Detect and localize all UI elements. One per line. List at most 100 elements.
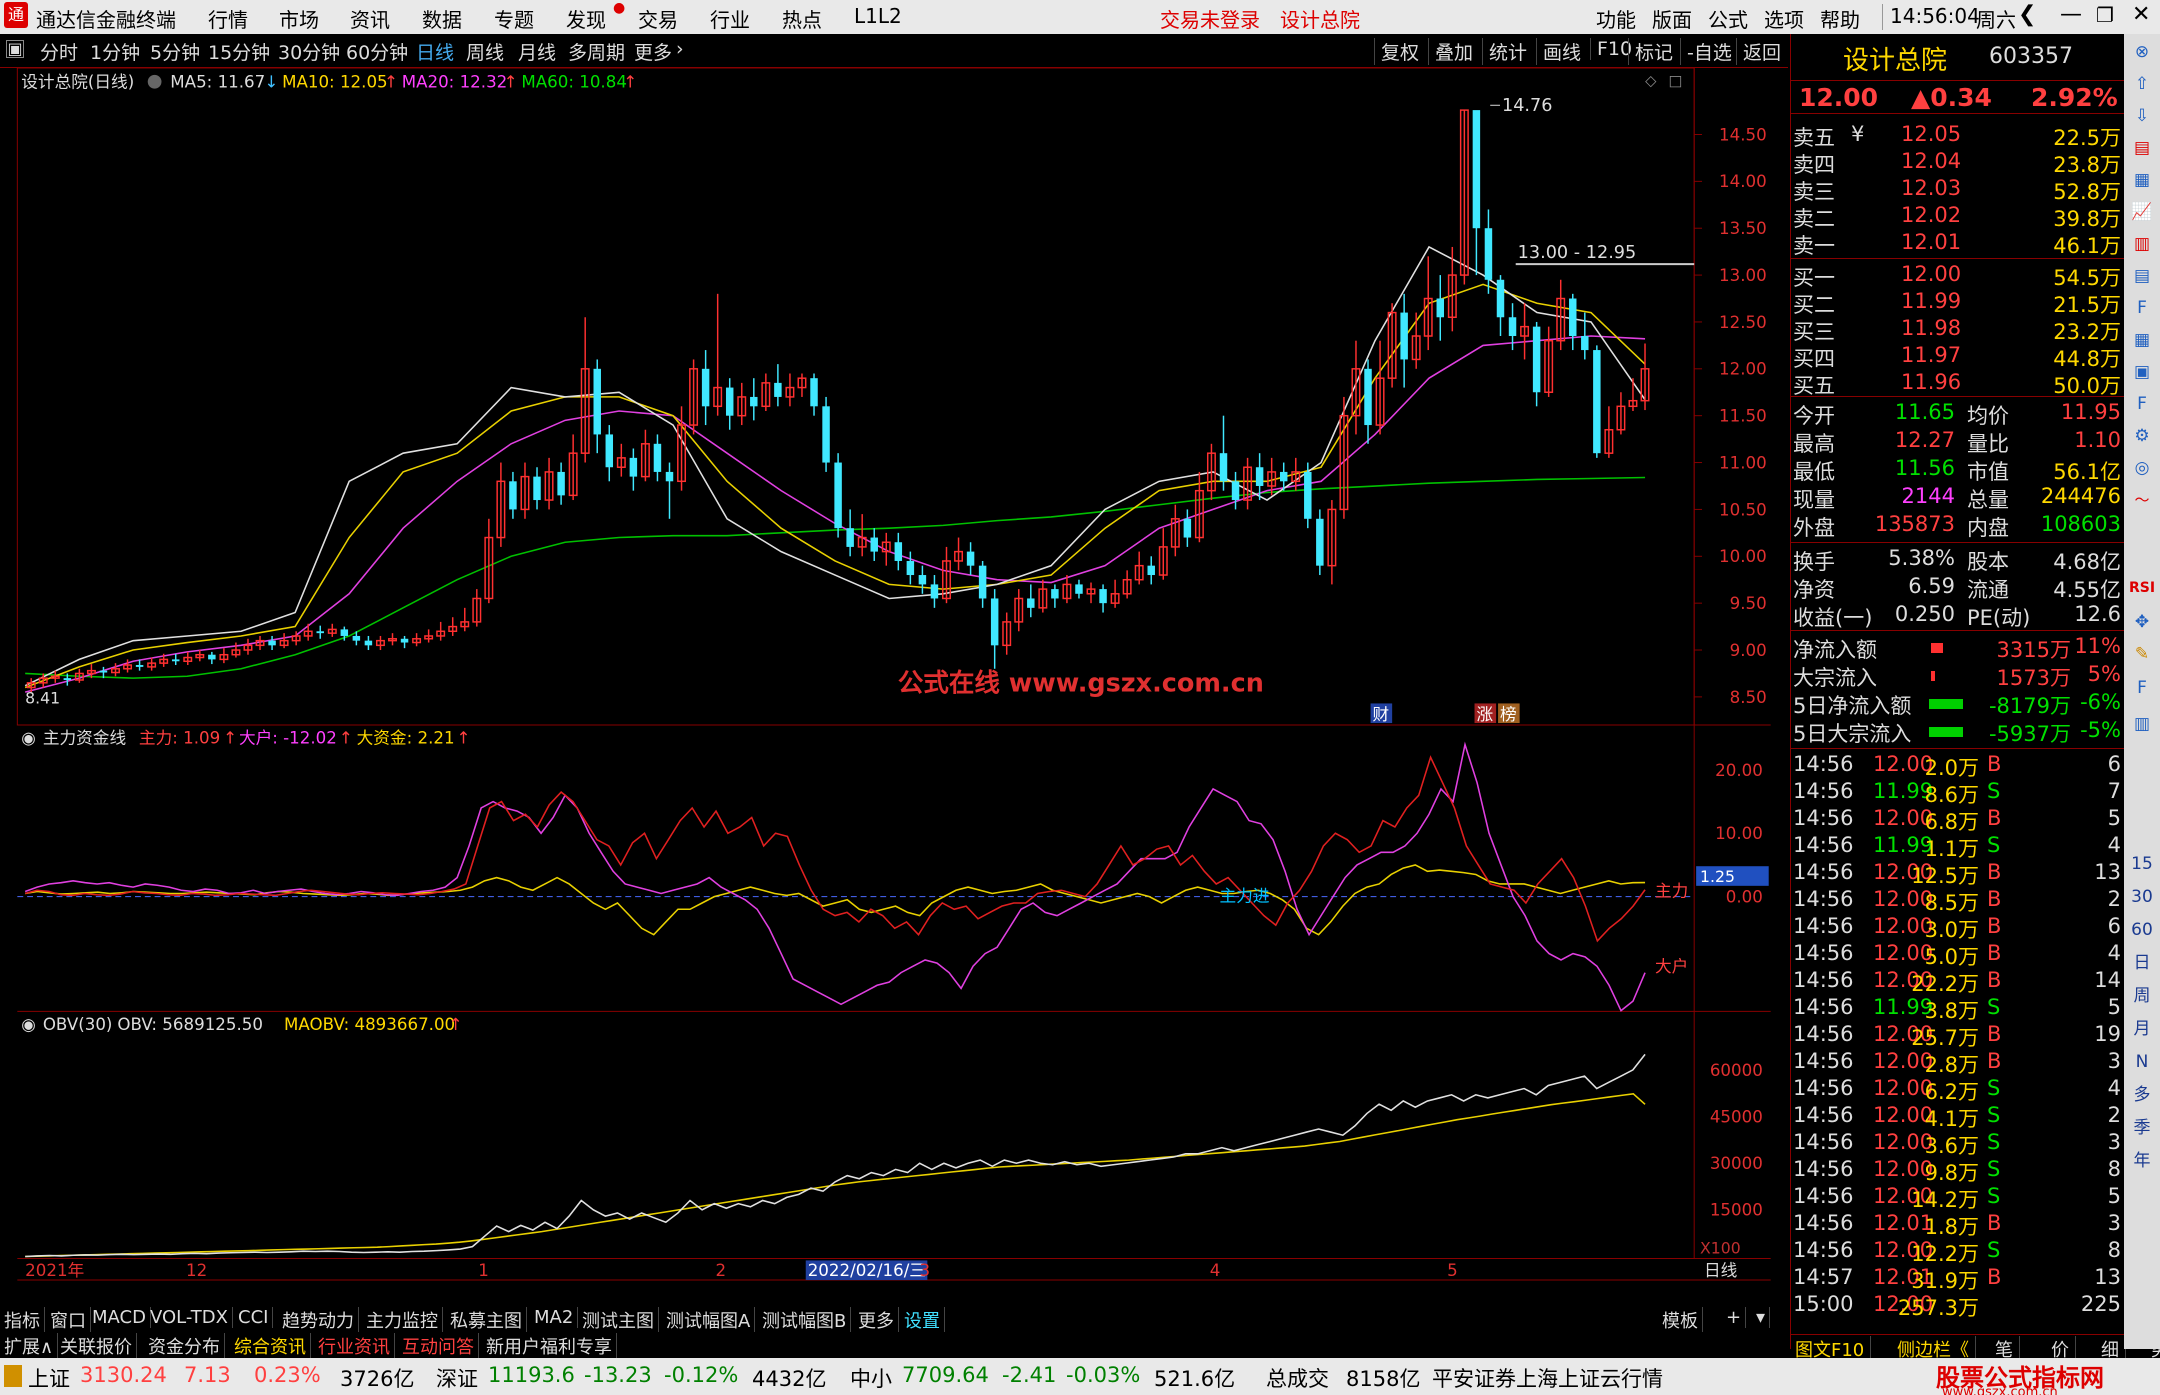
- market-icon[interactable]: [4, 1365, 22, 1387]
- sidebar-period-9[interactable]: 年: [2128, 1147, 2156, 1175]
- chart-area[interactable]: 14.50 14.00 13.50 13.00 12.50 12.00 11.50 11.00…: [0, 68, 1788, 1282]
- fs-icon[interactable]: F: [2128, 674, 2156, 702]
- period-60min[interactable]: 60分钟: [346, 38, 408, 65]
- sidebar-period-2[interactable]: 60: [2128, 916, 2156, 944]
- indicator-tab-3[interactable]: VOL-TDX: [146, 1307, 233, 1328]
- sidebar-period-4[interactable]: 周: [2128, 982, 2156, 1010]
- chevron-right-icon[interactable]: ›: [676, 38, 684, 60]
- arrow-down-icon[interactable]: ⇩: [2128, 102, 2156, 130]
- period-more[interactable]: 更多: [634, 38, 672, 65]
- sidebar-period-6[interactable]: N: [2128, 1048, 2156, 1076]
- period-monthly[interactable]: 月线: [518, 38, 556, 65]
- indicator-tab-4[interactable]: CCI: [234, 1307, 274, 1328]
- sidebar-period-0[interactable]: 15: [2128, 850, 2156, 878]
- candle-icon[interactable]: ▥: [2128, 230, 2156, 258]
- template-tab-0[interactable]: 模板: [1658, 1307, 1703, 1333]
- diamond-icon[interactable]: ◇: [1645, 73, 1657, 90]
- menu-faxian[interactable]: 发现: [566, 4, 606, 33]
- info-tab-0[interactable]: 扩展∧: [0, 1333, 59, 1359]
- period-fenshi[interactable]: 分时: [40, 38, 78, 65]
- indicator-tab-11[interactable]: 测试幅图B: [758, 1307, 852, 1333]
- panel-toggle-icon[interactable]: ▣: [6, 40, 24, 58]
- list-icon[interactable]: ▦: [2128, 166, 2156, 194]
- indicator-tab-10[interactable]: 测试幅图A: [662, 1307, 756, 1333]
- square-icon[interactable]: □: [1669, 73, 1683, 90]
- menu-jiaoyi[interactable]: 交易: [638, 4, 678, 33]
- menu-xuanxiang[interactable]: 选项: [1764, 4, 1804, 33]
- minimize-icon[interactable]: —: [2060, 2, 2082, 27]
- table-icon[interactable]: ▦: [2128, 326, 2156, 354]
- finance-icon[interactable]: F: [2128, 294, 2156, 322]
- restore-icon[interactable]: ❐: [2096, 3, 2114, 27]
- crosshair-icon[interactable]: ✥: [2128, 608, 2156, 636]
- favorite-icon[interactable]: ▤: [2128, 134, 2156, 162]
- indicator-tab-0[interactable]: 指标: [0, 1307, 45, 1333]
- line-chart-icon[interactable]: 📈: [2128, 198, 2156, 226]
- menu-hangye[interactable]: 行业: [710, 4, 750, 33]
- menu-banmian[interactable]: 版面: [1652, 4, 1692, 33]
- pencil-icon[interactable]: ✎: [2128, 640, 2156, 668]
- info-tab-3[interactable]: 综合资讯: [230, 1333, 311, 1359]
- back-arrow-icon[interactable]: ❮: [2018, 2, 2036, 27]
- menu-bangzhu[interactable]: 帮助: [1820, 4, 1860, 33]
- info-tab-6[interactable]: 新用户福利专享: [482, 1333, 617, 1359]
- menu-redian[interactable]: 热点: [782, 4, 822, 33]
- arrow-up-icon[interactable]: ⇧: [2128, 70, 2156, 98]
- menu-gongshi[interactable]: 公式: [1708, 4, 1748, 33]
- grid-icon[interactable]: ▤: [2128, 262, 2156, 290]
- circle-icon[interactable]: ◎: [2128, 454, 2156, 482]
- menu-zixun[interactable]: 资讯: [350, 4, 390, 33]
- indicator-tab-5[interactable]: 趋势动力: [278, 1307, 359, 1333]
- info-tab-4[interactable]: 行业资讯: [314, 1333, 395, 1359]
- sidebar-period-5[interactable]: 月: [2128, 1015, 2156, 1043]
- tool-fuquan[interactable]: 复权: [1374, 38, 1419, 65]
- tool-huaxian[interactable]: 画线: [1536, 38, 1581, 65]
- indicator-tab-2[interactable]: MACD: [88, 1307, 151, 1328]
- gear-icon[interactable]: ⚙: [2128, 422, 2156, 450]
- indicator-tab-8[interactable]: MA2: [530, 1307, 579, 1328]
- sidebar-period-1[interactable]: 30: [2128, 883, 2156, 911]
- tool-diejia[interactable]: 叠加: [1428, 38, 1473, 65]
- sidebar-period-3[interactable]: 日: [2128, 949, 2156, 977]
- trade-status[interactable]: 交易未登录: [1160, 4, 1260, 33]
- menu-l1l2[interactable]: L1L2: [854, 4, 902, 28]
- indicator-tab-12[interactable]: 更多: [854, 1307, 899, 1333]
- tool-biaoji[interactable]: 标记: [1628, 38, 1673, 65]
- menu-hangqing[interactable]: 行情: [208, 4, 248, 33]
- info-tab-2[interactable]: 资金分布: [144, 1333, 225, 1359]
- tool-f10[interactable]: F10: [1590, 38, 1632, 60]
- settings-dot-icon[interactable]: [147, 74, 162, 89]
- ind2-circle-icon[interactable]: ◉: [21, 1015, 36, 1034]
- f2-icon[interactable]: F: [2128, 390, 2156, 418]
- indicator-tab-7[interactable]: 私募主图: [446, 1307, 527, 1333]
- menu-shuju[interactable]: 数据: [422, 4, 462, 33]
- sidebar-period-7[interactable]: 多: [2128, 1081, 2156, 1109]
- period-5min[interactable]: 5分钟: [150, 38, 200, 65]
- broker-info[interactable]: 平安证券上海上证云行情: [1432, 1363, 1663, 1393]
- doc-icon[interactable]: ▣: [2128, 358, 2156, 386]
- period-15min[interactable]: 15分钟: [208, 38, 270, 65]
- period-daily[interactable]: 日线: [416, 38, 454, 65]
- ind1-circle-icon[interactable]: ◉: [21, 729, 36, 748]
- period-30min[interactable]: 30分钟: [278, 38, 340, 65]
- close-panel-icon[interactable]: ⊗: [2128, 38, 2156, 66]
- indicator-tab-6[interactable]: 主力监控: [362, 1307, 443, 1333]
- menu-zhuanti[interactable]: 专题: [494, 4, 534, 33]
- period-multi[interactable]: 多周期: [568, 38, 625, 65]
- indicator-tab-9[interactable]: 测试主图: [578, 1307, 659, 1333]
- tick-icon[interactable]: ▥: [2128, 710, 2156, 738]
- rsi-icon[interactable]: RSI: [2128, 574, 2156, 602]
- menu-shichang[interactable]: 市场: [279, 4, 319, 33]
- period-1min[interactable]: 1分钟: [90, 38, 140, 65]
- trend-icon[interactable]: 〜: [2128, 486, 2156, 514]
- tool-tongji[interactable]: 统计: [1482, 38, 1527, 65]
- sidebar-period-8[interactable]: 季: [2128, 1114, 2156, 1142]
- add-tab-icon[interactable]: +: [1722, 1307, 1747, 1328]
- info-tab-5[interactable]: 互动问答: [398, 1333, 479, 1359]
- period-weekly[interactable]: 周线: [466, 38, 504, 65]
- info-tab-1[interactable]: 关联报价: [56, 1333, 137, 1359]
- close-icon[interactable]: ✕: [2132, 2, 2150, 27]
- menu-gongneng[interactable]: 功能: [1596, 4, 1636, 33]
- tab-menu-icon[interactable]: ▾: [1752, 1307, 1771, 1328]
- tool-zixuan[interactable]: -自选: [1680, 38, 1732, 65]
